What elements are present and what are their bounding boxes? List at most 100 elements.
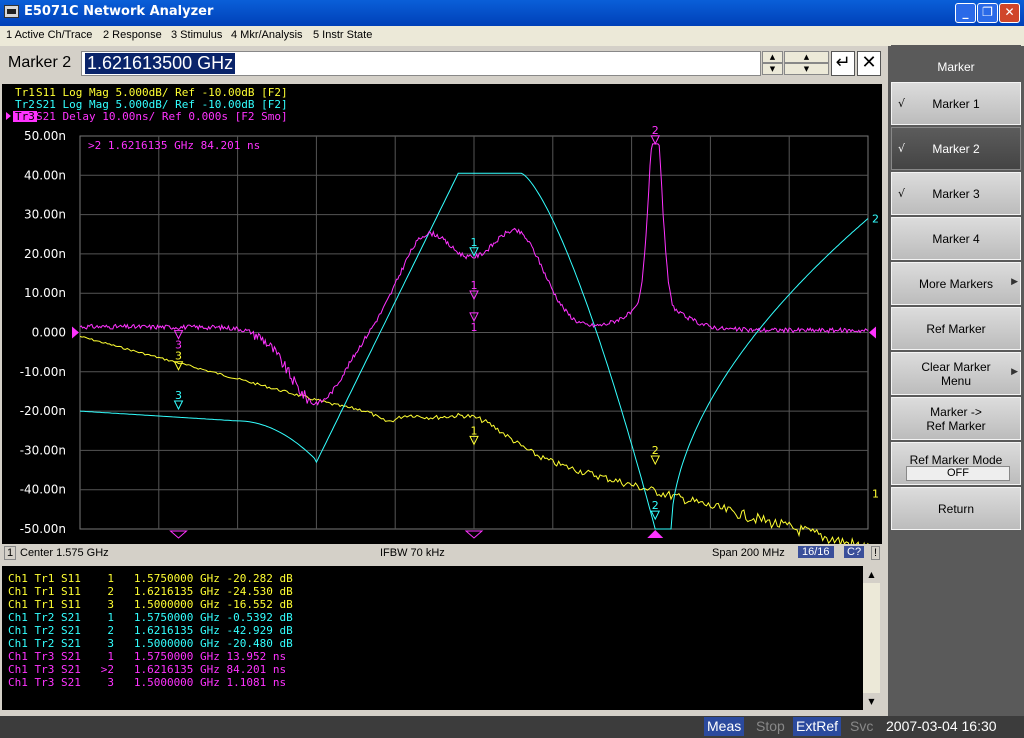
ifbw-readout: IFBW 70 kHz (380, 547, 445, 559)
step-down-icon[interactable]: ▼ (784, 63, 829, 75)
marker-triangle-icon[interactable] (173, 330, 184, 340)
softkey-marker-2[interactable]: √ Marker 2 (891, 127, 1021, 170)
marker-table-row: Ch1 Tr3 S21 >2 1.6216135 GHz 84.201 ns (8, 663, 287, 676)
y-tick-label: -20.00n (20, 404, 66, 418)
marker-number: 3 (175, 389, 182, 402)
scroll-up-icon[interactable]: ▲ (863, 566, 880, 583)
marker-table-row: Ch1 Tr2 S21 1 1.5750000 GHz -0.5392 dB (8, 611, 293, 624)
trace-display[interactable]: 50.00n 40.00n 30.00n 20.00n 10.00n 0.000 -10.0… (2, 84, 882, 544)
marker-table-row: Ch1 Tr3 S21 3 1.5000000 GHz 1.1081 ns (8, 676, 287, 689)
softkey-ref-marker[interactable]: Ref Marker (891, 307, 1021, 350)
center-frequency: Center 1.575 GHz (20, 547, 109, 559)
trace-header: Tr1 S11 Log Mag 5.000dB/ Ref -10.00dB [F… (6, 86, 288, 123)
cancel-icon[interactable]: ✕ (857, 51, 881, 76)
trace-tag[interactable]: Tr3 (15, 110, 35, 123)
y-tick-label: -30.00n (20, 443, 66, 457)
warning-badge: ! (871, 546, 881, 560)
meas-indicator: Meas (704, 717, 745, 736)
y-axis-ticks: 50.00n 40.00n 30.00n 20.00n 10.00n 0.000 -10.0… (20, 129, 66, 536)
softkey-label: Ref Marker (926, 321, 986, 336)
y-tick-label: 20.00n (24, 247, 66, 261)
stimulus-marker-icon[interactable] (169, 530, 188, 539)
marker-triangle-icon[interactable] (650, 455, 661, 466)
span-readout: Span 200 MHz (712, 547, 785, 559)
softkey-label: Return (937, 501, 975, 516)
marker-table-row: Ch1 Tr2 S21 2 1.6216135 GHz -42.929 dB (8, 624, 293, 637)
scroll-down-icon[interactable]: ▼ (863, 693, 880, 710)
menu-stimulus[interactable]: 3 Stimulus (171, 29, 222, 41)
marker-table-row: Ch1 Tr3 S21 1 1.5750000 GHz 13.952 ns (8, 650, 287, 663)
softkey-value: OFF (906, 466, 1010, 481)
svc-indicator: Svc (850, 718, 874, 734)
marker-number: 2 (652, 124, 659, 137)
menu-bar: 1 Active Ch/Trace 2 Response 3 Stimulus … (0, 26, 1024, 46)
marker-frequency-input[interactable]: 1.621613500 GHz (81, 51, 761, 76)
submenu-arrow-icon: ▶ (1011, 277, 1018, 287)
marker-number: 3 (175, 350, 182, 363)
softkey-marker-4[interactable]: Marker 4 (891, 217, 1021, 260)
softkey-marker-3[interactable]: √ Marker 3 (891, 172, 1021, 215)
marker-table-scrollbar[interactable]: ▲ ▼ (863, 566, 880, 710)
menu-instr-state[interactable]: 5 Instr State (313, 29, 372, 41)
softkey-marker-1[interactable]: √ Marker 1 (891, 82, 1021, 125)
y-tick-label: 10.00n (24, 286, 66, 300)
menu-mkr-analysis[interactable]: 4 Mkr/Analysis (231, 29, 303, 41)
spin-up-icon[interactable]: ▲ (762, 51, 783, 63)
submenu-arrow-icon: ▶ (1011, 367, 1018, 377)
softkey-label: Marker 2 (932, 141, 980, 156)
window-title: E5071C Network Analyzer (24, 4, 214, 19)
y-tick-label: 40.00n (24, 168, 66, 182)
softkey-label: Marker 1 (932, 96, 980, 111)
entry-label: Marker 2 (8, 54, 72, 71)
close-button[interactable]: ✕ (999, 3, 1020, 23)
softkey-label: Marker -> Ref Marker (926, 404, 986, 433)
spin-down-icon[interactable]: ▼ (762, 63, 783, 75)
instrument-status-bar: Meas Stop ExtRef Svc 2007-03-04 16:30 (0, 716, 1024, 738)
menu-active-ch-trace[interactable]: 1 Active Ch/Trace (6, 29, 92, 41)
marker-number: 2 (652, 499, 659, 512)
marker-number: 1 (471, 321, 478, 334)
marker-table-row: Ch1 Tr1 S11 2 1.6216135 GHz -24.530 dB (8, 585, 293, 598)
marker-number: 1 (471, 279, 478, 292)
ref-level-left-icon (72, 326, 79, 339)
marker-triangle-icon[interactable] (650, 135, 661, 145)
softkey-label: More Markers (918, 276, 993, 291)
stop-indicator: Stop (756, 718, 785, 734)
marker-table: Ch1 Tr1 S11 1 1.5750000 GHz -20.282 dB Ch… (2, 566, 863, 710)
softkey-more-markers[interactable]: More Markers ▶ (891, 262, 1021, 305)
channel-number[interactable]: 1 (4, 546, 17, 560)
active-stimulus-marker-icon[interactable] (647, 530, 664, 538)
softkey-label: Marker 3 (932, 186, 980, 201)
restore-button[interactable]: ❐ (977, 3, 998, 23)
softkey-ref-marker-mode[interactable]: Ref Marker Mode OFF (891, 442, 1021, 485)
plot-canvas: 50.00n 40.00n 30.00n 20.00n 10.00n 0.000 -10.0… (6, 86, 879, 544)
marker-frequency-value: 1.621613500 GHz (85, 53, 236, 74)
stimulus-marker-icon[interactable] (464, 530, 484, 539)
y-tick-label: -50.00n (20, 522, 66, 536)
ref-level-right-icon (869, 326, 876, 339)
marker-number: 1 (471, 236, 478, 249)
date-time: 2007-03-04 16:30 (886, 718, 997, 734)
marker-triangle-icon[interactable] (173, 400, 184, 411)
menu-response[interactable]: 2 Response (103, 29, 162, 41)
channel-status-bar: 1 Center 1.575 GHz IFBW 70 kHz Span 200 … (2, 545, 882, 563)
minimize-button[interactable]: _ (955, 3, 976, 23)
marker-table-row: Ch1 Tr1 S11 3 1.5000000 GHz -16.552 dB (8, 598, 293, 611)
entry-bar: Marker 2 1.621613500 GHz ▲ ▼ ▲ ▼ ↵ ✕ (0, 46, 888, 80)
softkey-label: Ref Marker Mode (909, 453, 1003, 467)
y-tick-label: 30.00n (24, 208, 66, 222)
trace-end-label: 1 (872, 488, 879, 501)
cal-status-badge: C? (844, 546, 865, 558)
softkey-marker-ref-marker[interactable]: Marker -> Ref Marker (891, 397, 1021, 440)
softkey-clear-marker-menu[interactable]: Clear Marker Menu ▶ (891, 352, 1021, 395)
app-icon (4, 5, 19, 18)
title-bar: E5071C Network Analyzer _ ❐ ✕ (0, 0, 1024, 26)
step-up-icon[interactable]: ▲ (784, 51, 829, 63)
enter-icon[interactable]: ↵ (831, 51, 855, 76)
marker-table-row: Ch1 Tr1 S11 1 1.5750000 GHz -20.282 dB (8, 572, 293, 585)
trace-count-badge: 16/16 (798, 546, 834, 558)
marker-number: 1 (471, 424, 478, 437)
trace-setting[interactable]: S21 Delay 10.00ns/ Ref 0.000s [F2 Smo] (36, 110, 288, 123)
softkey-return[interactable]: Return (891, 487, 1021, 530)
active-marker-readout: >2 1.6216135 GHz 84.201 ns (88, 139, 260, 152)
